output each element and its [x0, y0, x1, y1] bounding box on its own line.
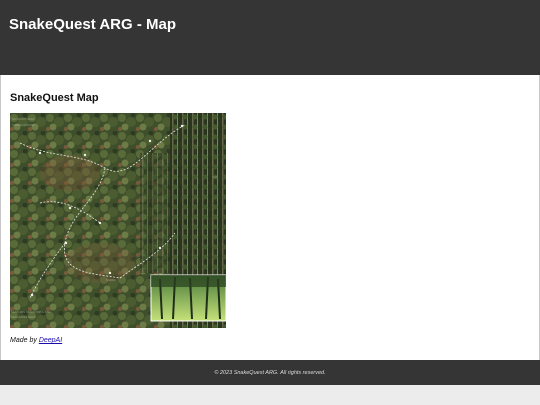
map-section-title: SnakeQuest Map: [10, 92, 99, 104]
credit-prefix: Made by: [10, 337, 37, 344]
svg-text:~~ ~~~~~ ~~~~: ~~ ~~~~~ ~~~~: [12, 117, 35, 121]
site-title: SnakeQuest ARG - Map: [9, 16, 176, 33]
copyright-text: © 2023 SnakeQuest ARG. All rights reserv…: [214, 369, 326, 376]
svg-text:~~~ ~~~~~ ~~~~: ~~~ ~~~~~ ~~~~: [11, 315, 36, 319]
forest-map-illustration: ~~ ~~~~~ ~~~~ ~ ~~~~ ~~~~~~ ~~~ ~~~~~ ~~…: [10, 113, 226, 328]
svg-text:~~~~ ~~~ ~~~~~ ~~~~ ~~~: ~~~~ ~~~ ~~~~~ ~~~~ ~~~: [11, 310, 51, 314]
deepai-link[interactable]: DeepAI: [39, 337, 62, 344]
snakequest-map-image: ~~ ~~~~~ ~~~~ ~ ~~~~ ~~~~~~ ~~~ ~~~~~ ~~…: [10, 113, 226, 328]
svg-text:~~~: ~~~: [212, 175, 218, 179]
svg-text:~ ~~~~ ~~~~~~: ~ ~~~~ ~~~~~~: [12, 123, 35, 127]
image-credit: Made by DeepAI: [10, 337, 62, 344]
main-content: SnakeQuest Map ~~ ~~~~~ ~~~~ ~ ~~~~ ~~~~…: [0, 75, 540, 360]
page-footer: © 2023 SnakeQuest ARG. All rights reserv…: [0, 360, 540, 385]
page-header: SnakeQuest ARG - Map: [0, 0, 540, 75]
svg-text:~~~~~: ~~~~~: [106, 278, 116, 282]
